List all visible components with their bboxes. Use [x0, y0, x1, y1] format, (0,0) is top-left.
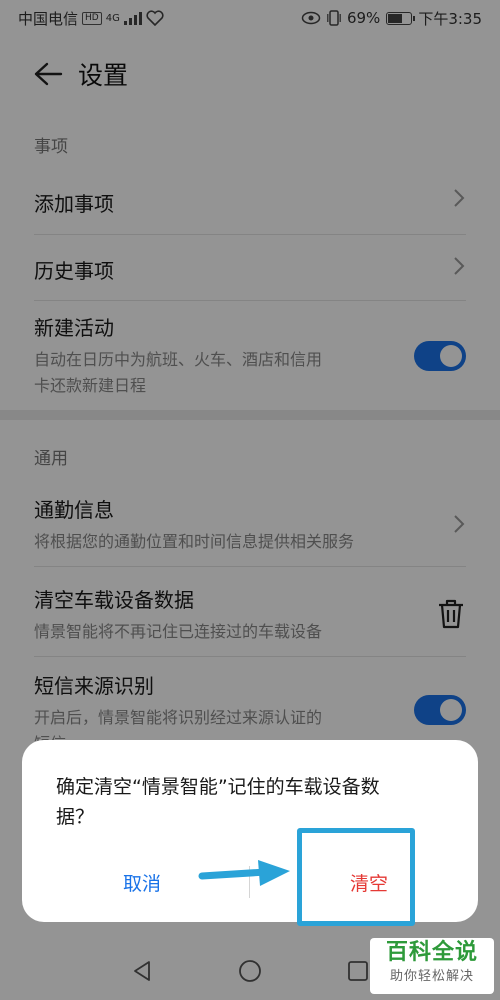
- dialog-message-line1: 确定清空“情景智能”记住的车载设备数: [56, 776, 380, 798]
- dialog-message: 确定清空“情景智能”记住的车载设备数 据？: [56, 772, 456, 832]
- watermark-sub: 助你轻松解决: [389, 969, 474, 984]
- watermark-main: 百科全说: [385, 940, 478, 965]
- annotation-arrow-icon: [198, 860, 290, 886]
- annotation-highlight-box: [297, 828, 415, 926]
- watermark-logo: 百科全说 助你轻松解决: [370, 938, 494, 994]
